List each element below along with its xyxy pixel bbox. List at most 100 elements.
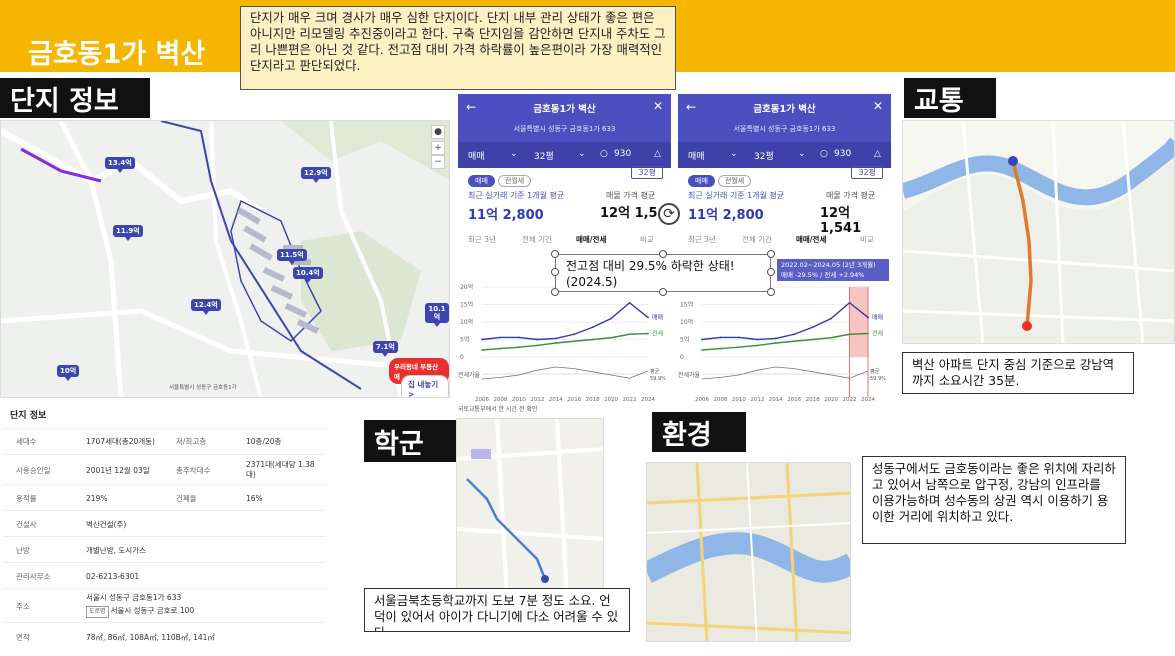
data-point (481, 338, 483, 341)
close-icon[interactable]: ✕ (873, 99, 883, 113)
transport-map[interactable] (902, 120, 1175, 344)
resize-handle[interactable] (551, 250, 559, 258)
section-environment: 환경 (652, 412, 746, 452)
app-header: ← 금호동1가 벽산 ✕ 서울특별시 성동구 금호동1가 633 (678, 94, 891, 142)
source-note: 국토교통부에서 한 시간 전 확인 (458, 406, 538, 412)
environment-map-image (647, 463, 850, 641)
close-icon[interactable]: ✕ (653, 99, 663, 113)
tab-compare[interactable]: 비교 (640, 234, 654, 245)
tooltip-range: 2022.02~2024.05 (2년 3개월) (781, 261, 876, 269)
list-home-button[interactable]: 집 내놓기 > (401, 375, 449, 397)
price-tag[interactable]: 12.4억 (191, 299, 221, 315)
trade-select[interactable]: 매매 (468, 149, 485, 162)
pill-sale[interactable]: 매매 (468, 175, 495, 187)
data-point (811, 326, 814, 329)
avg-value: 59.9% (650, 376, 666, 382)
table-row: 주소 서울시 성동구 금호동1가 633 도로명 서울시 성동구 금호로 100 (4, 588, 326, 622)
trade-select[interactable]: 매매 (688, 149, 705, 162)
zoom-in-button[interactable]: + (431, 141, 445, 155)
series-legend: 전세 (872, 330, 883, 338)
app-title: 금호동1가 벽산 (533, 104, 596, 115)
tab-compare[interactable]: 비교 (860, 234, 874, 245)
avg-label: 평균 (650, 368, 660, 375)
resize-handle[interactable] (551, 268, 559, 276)
size-select[interactable]: 32평 (534, 149, 554, 162)
environment-note: 성동구에서도 금호동이라는 좋은 위치에 자리하고 있어서 남쪽으로 압구정, … (862, 456, 1126, 544)
pill-rent[interactable]: 전월세 (497, 175, 532, 187)
app-address: 서울특별시 성동구 금호동1가 633 (513, 125, 616, 133)
comment-count: 930 (614, 149, 632, 159)
rotate-handle-icon[interactable]: ⟳ (658, 203, 680, 225)
data-point (536, 338, 539, 341)
x-tick-label: 2016 (787, 397, 801, 403)
app-filter-bar: 매매 ⌄ 32평 ⌄ ○ 930 △ (678, 142, 891, 168)
price-app-right: ← 금호동1가 벽산 ✕ 서울특별시 성동구 금호동1가 633 매매 ⌄ 32… (678, 94, 891, 412)
row-value: 개별난방, 도시가스 (86, 546, 146, 555)
price-tag[interactable]: 11.9억 (113, 225, 143, 241)
price-tag[interactable]: 13.4억 (105, 157, 135, 173)
road-address-text: 서울시 성동구 금호로 100 (110, 606, 195, 615)
tab-all[interactable]: 전체 기간 (742, 234, 772, 245)
data-point (774, 337, 777, 340)
map-caption: 서울특별시 성동구 금호동1가 (169, 385, 237, 391)
comment-icon[interactable]: ○ (820, 149, 828, 159)
complex-map[interactable]: 13.4억 11.9억 12.9억 11.5억 10.4억 12.4억 10.1… (0, 120, 450, 398)
app-header: ← 금호동1가 벽산 ✕ 서울특별시 성동구 금호동1가 633 (458, 94, 671, 142)
data-point (610, 336, 613, 339)
environment-map[interactable] (646, 462, 851, 642)
data-point (793, 333, 796, 336)
price-tag[interactable]: 10.1억 (425, 303, 449, 327)
series-legend: 전세 (652, 330, 663, 338)
comment-icon[interactable]: ○ (600, 149, 608, 159)
row-value: 16% (246, 494, 263, 503)
resize-handle[interactable] (767, 250, 775, 258)
price-tag[interactable]: 10.4억 (293, 267, 323, 283)
resize-handle[interactable] (659, 288, 667, 296)
resize-handle[interactable] (767, 288, 775, 296)
price-tag[interactable]: 11.5억 (277, 249, 307, 265)
y-tick-label: 15억 (680, 301, 693, 309)
price-tag[interactable]: 7.1억 (373, 341, 398, 357)
chevron-down-icon: ⌄ (798, 149, 806, 159)
resize-handle[interactable] (551, 288, 559, 296)
bell-icon[interactable]: △ (874, 149, 881, 159)
size-dropdown[interactable]: 32평 (851, 166, 883, 179)
data-point (701, 338, 703, 341)
trade-pills: 매매 전월세 (688, 168, 754, 187)
zoom-person-icon[interactable]: ● (431, 125, 445, 139)
price-tag[interactable]: 12.9억 (301, 167, 331, 183)
row-value: 10층/20층 (246, 437, 282, 446)
table-row: 면적 78㎡, 86㎡, 108A㎡, 110B㎡, 141㎡ (4, 622, 326, 650)
school-map[interactable] (456, 418, 604, 598)
tab-3y[interactable]: 최근 3년 (468, 234, 496, 245)
recent-value: 11억 2,800 (688, 208, 764, 223)
zoom-out-button[interactable]: − (431, 155, 445, 169)
data-point (719, 336, 722, 339)
trade-pills: 매매 전월세 (468, 168, 534, 187)
table-row: 용적률 219% 건폐율 16% (4, 484, 326, 510)
series-legend: 매매 (872, 313, 883, 321)
size-select[interactable]: 32평 (754, 149, 774, 162)
tab-sale-rent[interactable]: 매매/전세 (796, 234, 826, 245)
data-point (536, 344, 539, 347)
table-row: 관리사무소 02-6213-6301 (4, 562, 326, 588)
price-tag[interactable]: 10억 (57, 365, 80, 381)
row-value: 2001년 12월 03일 (86, 466, 150, 475)
school-note: 서울금북초등학교까지 도보 7분 정도 소요. 언덕이 있어서 아이가 다니기에… (364, 588, 630, 632)
table-row: 난방 개별난방, 도시가스 (4, 536, 326, 562)
resize-handle[interactable] (659, 250, 667, 258)
tab-all[interactable]: 전체 기간 (522, 234, 552, 245)
row-key: 건폐율 (176, 494, 197, 503)
resize-handle[interactable] (767, 268, 775, 276)
x-tick-label: 2014 (769, 397, 783, 403)
rate-label: 전세가율 (458, 371, 481, 379)
tab-sale-rent[interactable]: 매매/전세 (576, 234, 606, 245)
pill-sale[interactable]: 매매 (688, 175, 715, 187)
bell-icon[interactable]: △ (654, 149, 661, 159)
tab-3y[interactable]: 최근 3년 (688, 234, 716, 245)
row-key: 관리사무소 (16, 572, 51, 581)
pill-rent[interactable]: 전월세 (717, 175, 752, 187)
drop-annotation[interactable]: 전고점 대비 29.5% 하락한 상태! (2024.5) (555, 254, 771, 292)
size-dropdown[interactable]: 32평 (631, 166, 663, 179)
rate-label: 전세가율 (678, 371, 701, 379)
